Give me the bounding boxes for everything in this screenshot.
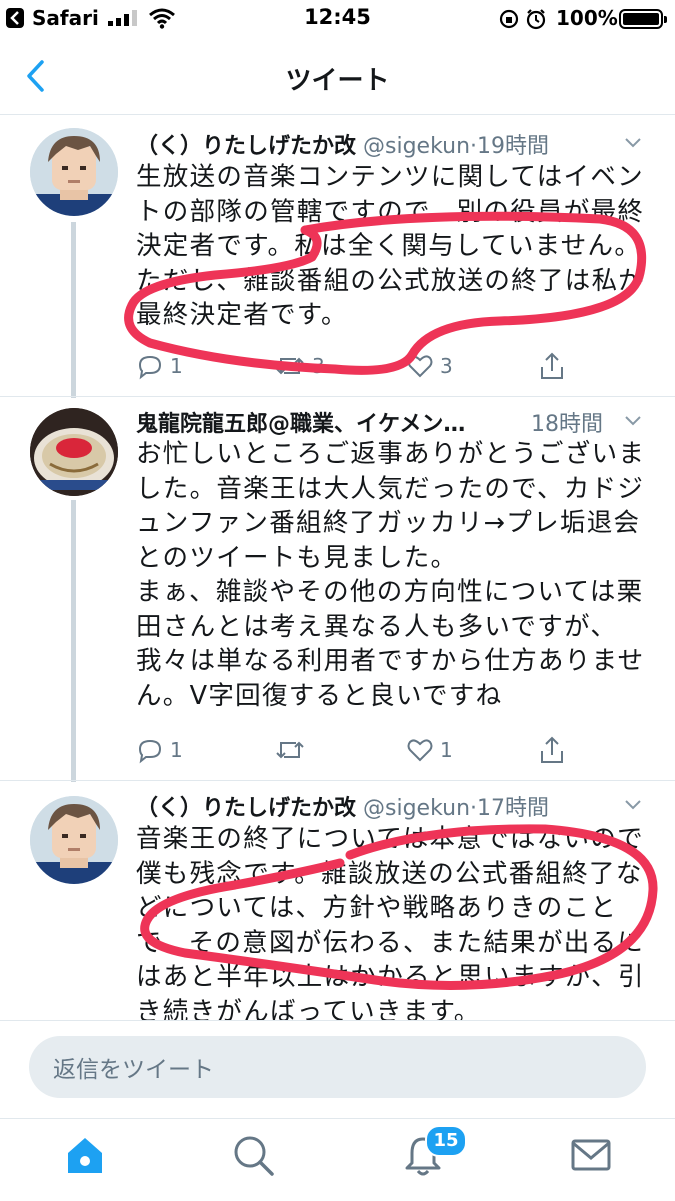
chevron-down-icon[interactable]	[621, 408, 645, 432]
retweet-button[interactable]	[274, 732, 312, 768]
navigation-bar: ツイート	[0, 38, 675, 115]
user-handle[interactable]: @sigekun	[363, 796, 470, 821]
reply-icon	[138, 355, 162, 380]
tweet-text: 生放送の音楽コンテンツに関してはイベントの部隊の管轄ですので、別の役員が最終決定…	[136, 162, 646, 330]
heart-icon	[407, 355, 433, 378]
like-button[interactable]: 3	[406, 348, 453, 384]
retweet-button[interactable]: 3	[274, 348, 325, 384]
reply-icon	[138, 739, 162, 764]
search-icon[interactable]	[231, 1133, 275, 1177]
thread-connector	[71, 222, 76, 398]
tweet-time: ·17時間	[470, 796, 550, 821]
chevron-down-icon[interactable]	[621, 792, 645, 816]
thread-connector	[71, 500, 76, 782]
share-icon	[541, 736, 563, 763]
heart-icon	[407, 739, 433, 762]
like-count: 3	[440, 354, 453, 378]
reply-button[interactable]: 1	[136, 732, 183, 768]
status-bar: Safari 12:45 100%	[0, 0, 675, 38]
divider	[0, 780, 675, 781]
like-button[interactable]: 1	[406, 732, 453, 768]
tweet-header: （く）りたしげたか改 @sigekun·17時間	[136, 790, 645, 822]
reply-input[interactable]: 返信をツイート	[29, 1036, 646, 1098]
user-handle[interactable]: @sigekun	[363, 134, 470, 159]
notifications-badge: 15	[425, 1125, 467, 1157]
rotation-lock-and-alarm-icon	[499, 9, 546, 30]
tweet-actions: 1 1	[136, 732, 646, 768]
retweet-icon	[276, 741, 304, 759]
battery-icon	[619, 9, 667, 29]
display-name[interactable]: 鬼龍院龍五郎@職業、イケメン…	[136, 412, 465, 437]
tweet-text: お忙しいところご返事ありがとうございました。音楽王は大人気だったので、カドジュン…	[136, 439, 646, 711]
tweet-time: ·19時間	[470, 134, 550, 159]
reply-button[interactable]: 1	[136, 348, 183, 384]
display-name[interactable]: （く）りたしげたか改	[136, 796, 356, 821]
share-button[interactable]	[538, 348, 566, 384]
tweet-actions: 1 3 3	[136, 348, 646, 384]
battery-percent: 100%	[556, 6, 618, 30]
avatar[interactable]	[30, 408, 118, 496]
reply-bar: 返信をツイート	[0, 1020, 675, 1119]
divider	[0, 396, 675, 397]
avatar[interactable]	[30, 128, 118, 216]
messages-envelope-icon[interactable]	[569, 1133, 613, 1177]
tweet-time: 18時間	[531, 412, 603, 437]
share-icon	[541, 352, 563, 379]
tab-bar	[0, 1118, 675, 1201]
reply-count: 1	[170, 354, 183, 378]
display-name[interactable]: （く）りたしげたか改	[136, 134, 356, 159]
retweet-count: 3	[312, 354, 325, 378]
home-icon[interactable]	[63, 1133, 107, 1177]
retweet-icon	[276, 357, 304, 375]
chevron-down-icon[interactable]	[621, 130, 645, 154]
avatar[interactable]	[30, 796, 118, 884]
tweet-header: 鬼龍院龍五郎@職業、イケメン… 18時間	[136, 406, 645, 438]
tweet-header: （く）りたしげたか改 @sigekun·19時間	[136, 128, 645, 160]
like-count: 1	[440, 738, 453, 762]
page-title: ツイート	[285, 66, 390, 96]
share-button[interactable]	[538, 732, 566, 768]
tweet-text: 音楽王の終了については本意ではないので僕も残念です。雑談放送の公式番組終了などに…	[136, 824, 645, 1027]
reply-count: 1	[170, 738, 183, 762]
